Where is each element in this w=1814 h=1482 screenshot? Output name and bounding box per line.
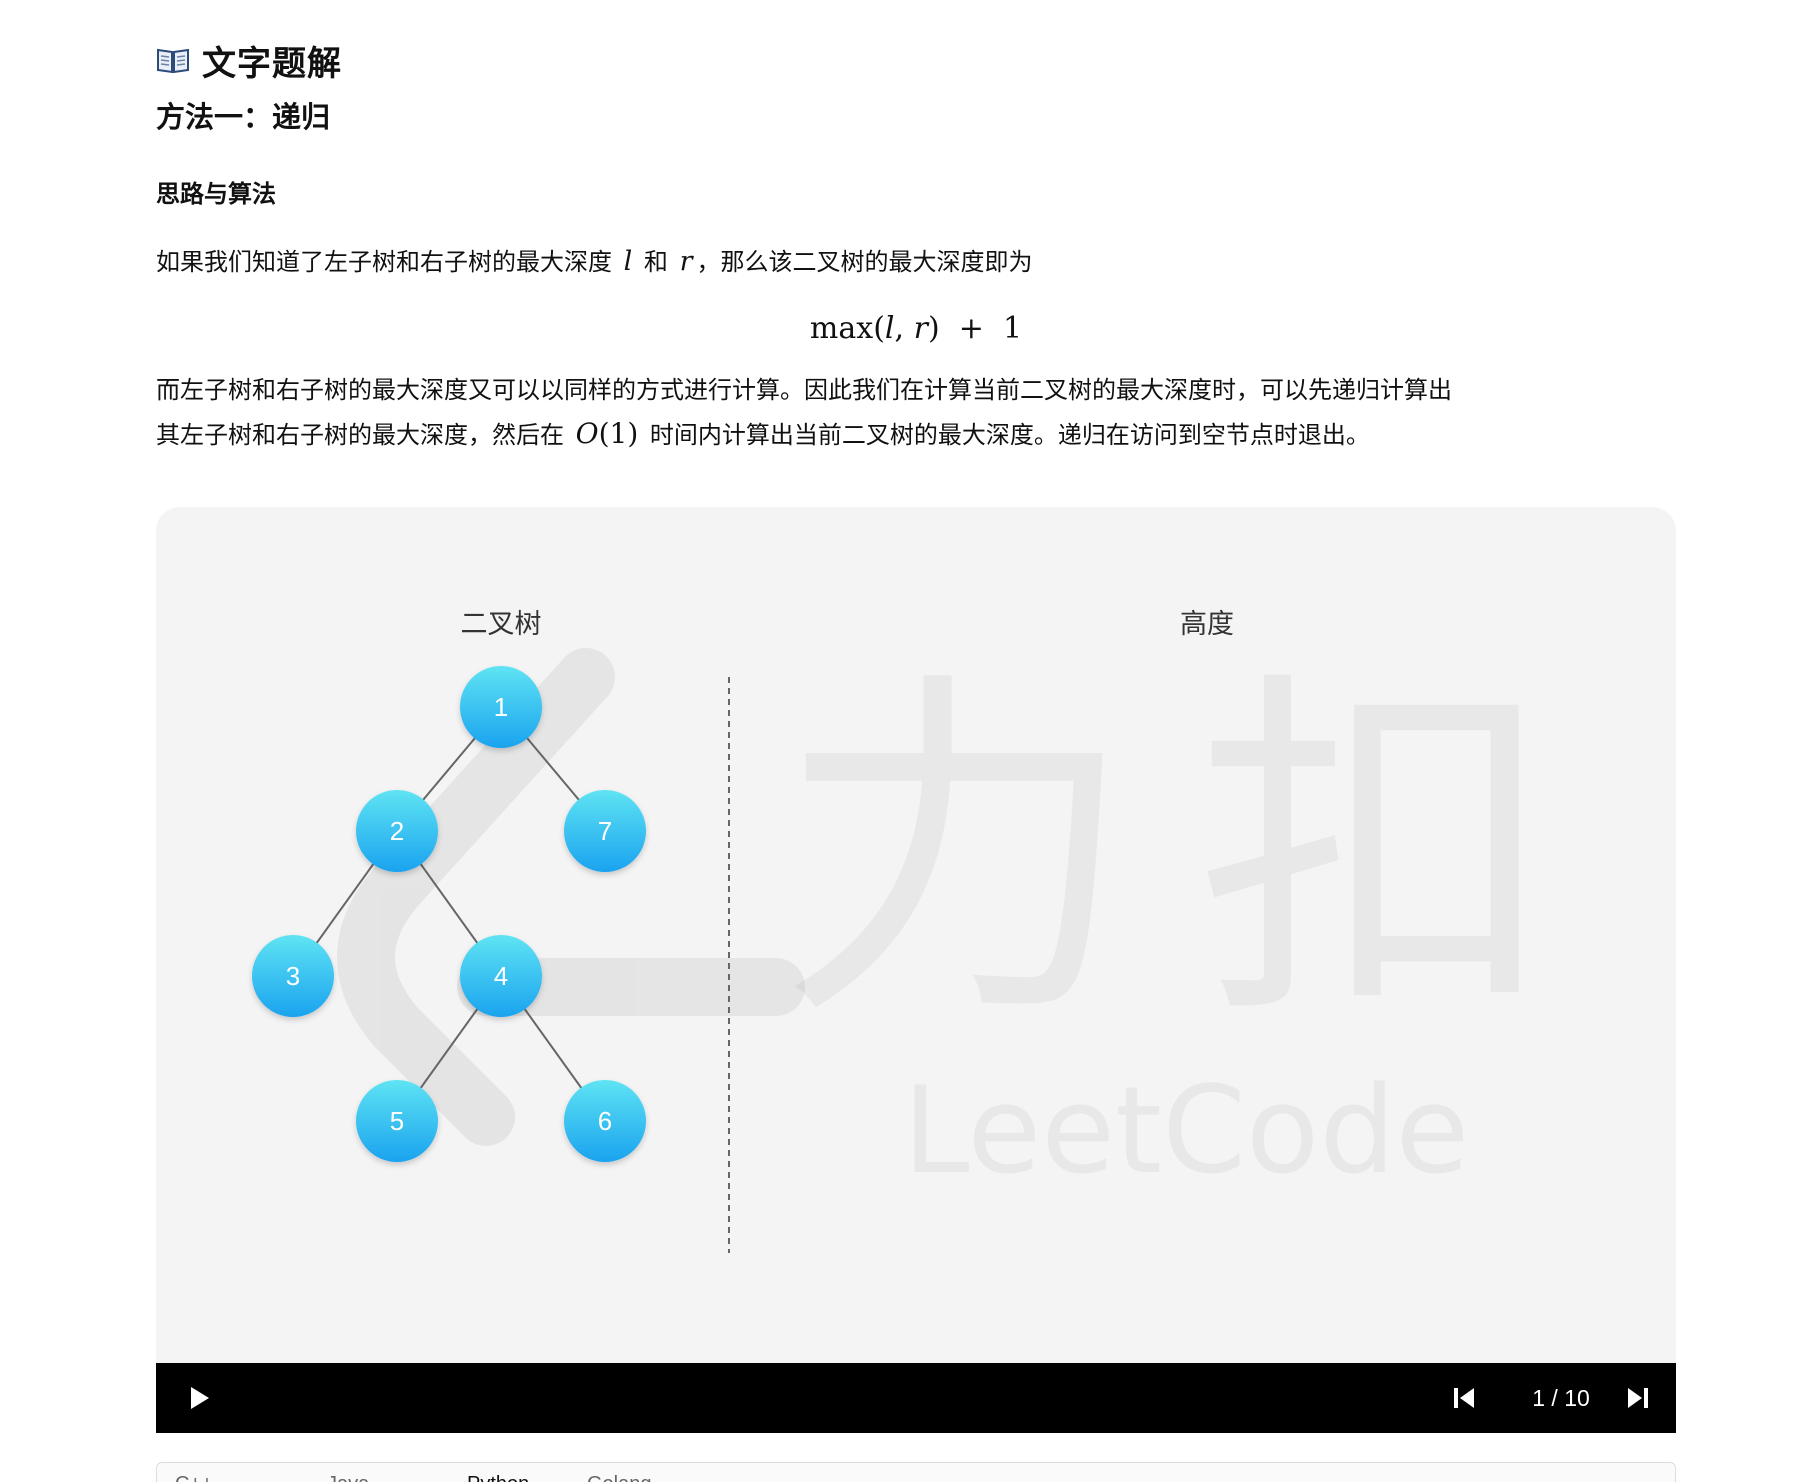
paragraph-line: 其左子树和右子树的最大深度，然后在 O(1) 时间内计算出当前二叉树的最大深度。… <box>156 412 1676 457</box>
code-language-tabs: C++ Java Python Golang <box>156 1462 1676 1482</box>
tree-node-label: 2 <box>390 816 404 846</box>
height-label: 高度 <box>1180 609 1234 640</box>
tree-node-4: 4 <box>460 935 542 1017</box>
formula-block: max(l, r) + 1 <box>156 304 1676 354</box>
open-book-icon <box>156 46 190 74</box>
big-o-letter: O <box>575 417 599 450</box>
math-variable-r: r <box>679 246 693 277</box>
formula-arg-r: r <box>913 311 928 346</box>
big-o-notation: O(1) <box>572 417 643 450</box>
math-variable-l: l <box>623 246 633 277</box>
binary-tree-label: 二叉树 <box>461 609 542 640</box>
tree-node-label: 1 <box>494 692 508 722</box>
formula-plus: + <box>958 311 984 346</box>
skip-next-icon <box>1628 1388 1648 1408</box>
play-button[interactable] <box>184 1383 214 1413</box>
formula-arg-l: l <box>884 311 895 346</box>
paragraph-text: 和 <box>643 248 668 276</box>
paragraph-text: ，那么该二叉树的最大深度即为 <box>696 248 1033 276</box>
tab-cpp[interactable]: C++ <box>175 1473 213 1482</box>
tree-node-2: 2 <box>356 790 438 872</box>
next-frame-button[interactable] <box>1624 1384 1652 1412</box>
tree-node-3: 3 <box>252 935 334 1017</box>
frame-counter: 1 / 10 <box>1516 1363 1606 1433</box>
method-title: 方法一：递归 <box>156 100 331 134</box>
solution-content: 文字题解 方法一：递归 思路与算法 如果我们知道了左子树和右子树的最大深度 l … <box>156 30 1676 457</box>
tree-node-label: 3 <box>286 961 300 991</box>
tab-python[interactable]: Python <box>467 1473 529 1482</box>
tree-node-1: 1 <box>460 666 542 748</box>
watermark-text-cn: 力扣 <box>776 643 1616 1062</box>
formula-open: ( <box>873 311 885 346</box>
watermark-text-en: LeetCode <box>903 1062 1470 1201</box>
title-row: 文字题解 <box>156 30 1676 90</box>
paragraph-text: 如果我们知道了左子树和右子树的最大深度 <box>156 248 612 276</box>
tab-java[interactable]: Java <box>327 1473 369 1482</box>
play-icon <box>191 1387 209 1409</box>
paragraph-line: 而左子树和右子树的最大深度又可以以同样的方式进行计算。因此我们在计算当前二叉树的… <box>156 376 1452 404</box>
tree-node-6: 6 <box>564 1080 646 1162</box>
tree-node-7: 7 <box>564 790 646 872</box>
frame-separator: / <box>1551 1385 1558 1411</box>
skip-previous-icon <box>1454 1388 1474 1408</box>
paragraph-intro: 如果我们知道了左子树和右子树的最大深度 l 和 r ，那么该二叉树的最大深度即为 <box>156 240 1676 284</box>
page: 文字题解 方法一：递归 思路与算法 如果我们知道了左子树和右子树的最大深度 l … <box>0 0 1814 1482</box>
formula-close: ) <box>927 311 940 346</box>
tree-node-label: 4 <box>494 961 508 991</box>
tree-node-5: 5 <box>356 1080 438 1162</box>
page-title: 文字题解 <box>202 43 342 84</box>
leetcode-watermark-logo <box>337 648 805 1146</box>
animation-viewer: 力扣 LeetCode 二叉树 高度 1 2 7 3 4 5 6 <box>156 507 1676 1365</box>
formula-func: max <box>809 311 874 346</box>
animation-canvas: 力扣 LeetCode 二叉树 高度 1 2 7 3 4 5 6 <box>252 609 1616 1253</box>
current-frame: 1 <box>1532 1385 1546 1411</box>
paragraph-explanation: 而左子树和右子树的最大深度又可以以同样的方式进行计算。因此我们在计算当前二叉树的… <box>156 368 1676 457</box>
paragraph-text: 其左子树和右子树的最大深度，然后在 <box>156 421 564 449</box>
playback-controls: 1 / 10 <box>156 1363 1676 1433</box>
formula-one: 1 <box>1002 311 1023 346</box>
tab-golang[interactable]: Golang <box>587 1473 652 1482</box>
section-heading: 思路与算法 <box>156 180 276 208</box>
tree-node-label: 6 <box>598 1106 612 1136</box>
tree-node-label: 7 <box>598 816 612 846</box>
big-o-arg: (1) <box>598 417 639 450</box>
paragraph-text: 时间内计算出当前二叉树的最大深度。递归在访问到空节点时退出。 <box>649 421 1370 449</box>
total-frames: 10 <box>1564 1385 1590 1411</box>
previous-frame-button[interactable] <box>1450 1384 1478 1412</box>
formula-comma: , <box>894 311 905 346</box>
tree-node-label: 5 <box>390 1106 404 1136</box>
